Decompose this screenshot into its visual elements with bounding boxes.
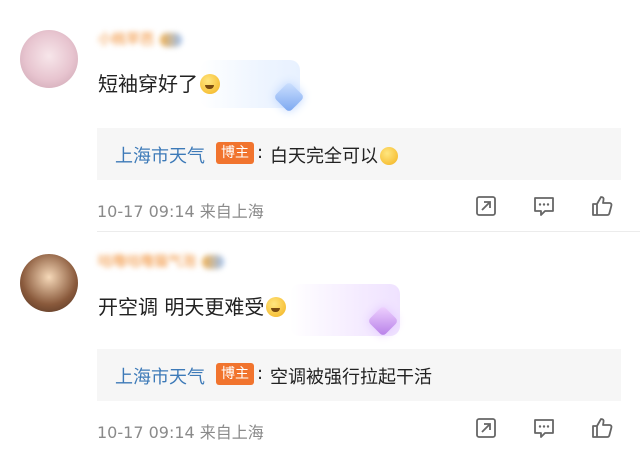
comment-time: 10-17 09:14 <box>97 202 195 221</box>
comment-text: 开空调 明天更难受 <box>98 291 287 320</box>
reply-colon: : <box>257 363 264 384</box>
comment-location: 来自上海 <box>199 423 264 442</box>
comment-icon <box>534 419 554 438</box>
thumbs-up-icon <box>592 196 613 216</box>
reply-text: 白天完全可以 <box>270 142 398 168</box>
user-badge-icon <box>202 255 224 269</box>
comment-username[interactable]: 咕噜咕噜猫气泡 <box>98 252 224 272</box>
comment-location: 来自上海 <box>199 202 264 221</box>
comment-icon <box>534 197 554 216</box>
author-reply[interactable]: 上海市天气 博主 : 白天完全可以 <box>97 128 621 180</box>
comment-text: 短袖穿好了 <box>98 68 220 97</box>
share-button[interactable] <box>474 194 498 218</box>
reply-text: 空调被强行拉起干活 <box>270 367 432 388</box>
share-button[interactable] <box>474 416 498 440</box>
reply-author-name[interactable]: 上海市天气 <box>115 363 205 389</box>
avatar[interactable] <box>20 30 78 88</box>
comment-username[interactable]: 小桃苹芭 <box>98 30 182 50</box>
reply-button[interactable] <box>532 194 556 218</box>
like-button[interactable] <box>590 194 614 218</box>
reply-button[interactable] <box>532 416 556 440</box>
author-reply[interactable]: 上海市天气 博主 : 空调被强行拉起干活 <box>97 349 621 401</box>
reply-author-name[interactable]: 上海市天气 <box>115 142 205 168</box>
avatar[interactable] <box>20 254 78 312</box>
user-badge-icon <box>160 33 182 47</box>
share-icon <box>476 196 496 216</box>
author-tag-badge: 博主 <box>216 363 254 385</box>
grinning-sweat-emoji-icon <box>200 74 220 94</box>
comment-meta: 10-17 09:14 来自上海 <box>97 419 264 443</box>
author-tag-badge: 博主 <box>216 142 254 164</box>
party-face-emoji-icon <box>380 147 398 165</box>
comment-time: 10-17 09:14 <box>97 423 195 442</box>
comment-meta: 10-17 09:14 来自上海 <box>97 198 264 222</box>
thumbs-up-icon <box>592 418 613 438</box>
reply-colon: : <box>257 142 264 163</box>
like-button[interactable] <box>590 416 614 440</box>
share-icon <box>476 418 496 438</box>
comment-thread: 小桃苹芭 短袖穿好了 上海市天气 博主 : 白天完全可以 10-17 09:14… <box>0 0 640 453</box>
laughing-tears-emoji-icon <box>266 297 287 317</box>
comment-item: 咕噜咕噜猫气泡 开空调 明天更难受 上海市天气 博主 : 空调被强行拉起干活 1… <box>0 232 640 453</box>
comment-item: 小桃苹芭 短袖穿好了 上海市天气 博主 : 白天完全可以 10-17 09:14… <box>0 0 640 232</box>
